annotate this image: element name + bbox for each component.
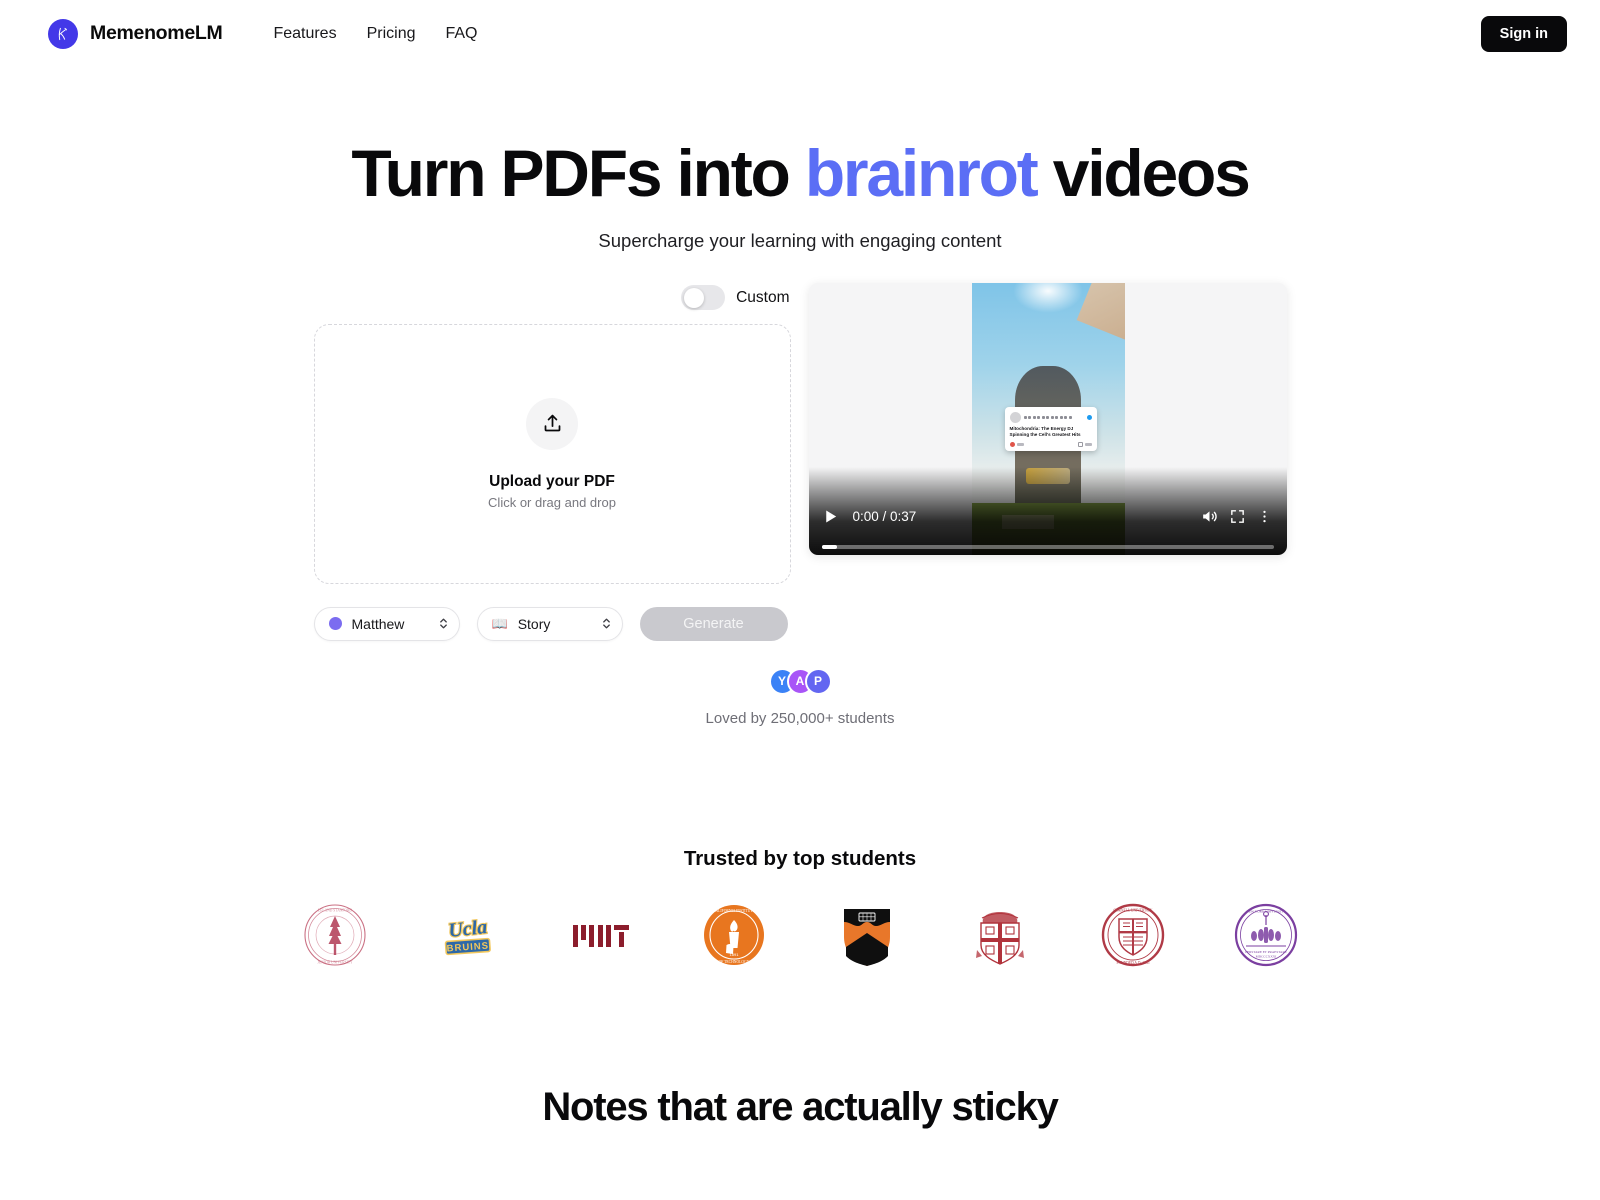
stepper-up-down-icon: [439, 617, 448, 630]
custom-toggle-row: Custom: [314, 283, 791, 313]
nav-link-faq[interactable]: FAQ: [430, 19, 492, 49]
tweet-author-handle: [1023, 415, 1084, 419]
progress-fill: [821, 544, 838, 549]
avatar-group: Y A P: [768, 667, 832, 695]
dropzone-title: Upload your PDF: [489, 472, 615, 490]
terrain-cliff: [1076, 282, 1125, 342]
svg-text:Ucla: Ucla: [447, 916, 488, 942]
svg-text:JUNIOR UNIVERSITY: JUNIOR UNIVERSITY: [317, 960, 353, 964]
tweet-header: [1009, 411, 1092, 423]
heart-icon: [1009, 441, 1015, 447]
sign-in-button[interactable]: Sign in: [1480, 15, 1567, 52]
fullscreen-icon[interactable]: [1229, 508, 1246, 525]
trusted-section: Trusted by top students LELAND STANFORD …: [0, 847, 1600, 970]
avatar: P: [804, 667, 832, 695]
dropzone-subtitle: Click or drag and drop: [488, 494, 616, 510]
video-time-display: 0:00 / 0:37: [852, 509, 917, 525]
nav-link-features[interactable]: Features: [258, 19, 351, 49]
svg-text:PERSTARE ET PRAESTARE: PERSTARE ET PRAESTARE: [1245, 950, 1287, 954]
generate-button[interactable]: Generate: [639, 606, 788, 641]
page-title: Turn PDFs into brainrot videos: [0, 136, 1600, 210]
toggle-knob: [683, 287, 704, 308]
svg-text:CORNELL UNIVERSITY: CORNELL UNIVERSITY: [1113, 908, 1152, 912]
hero-section: Turn PDFs into brainrot videos Superchar…: [0, 136, 1600, 252]
svg-text:CALIFORNIA INSTITUTE: CALIFORNIA INSTITUTE: [713, 909, 756, 913]
nyu-logo: NEW YORK UNIVERSITY PERSTARE ET PRAESTAR…: [1231, 900, 1301, 970]
tweet-overlay-card: Mitochondria: The Energy DJ Spinning the…: [1004, 406, 1097, 451]
sun-glow: [1013, 282, 1083, 313]
university-logo-row: LELAND STANFORD JUNIOR UNIVERSITY Ucla B…: [0, 900, 1600, 970]
svg-text:MDCCCXXXI: MDCCCXXXI: [1255, 955, 1277, 959]
brand-logo[interactable]: MemenomeLM: [48, 18, 223, 49]
svg-text:NEW YORK UNIVERSITY: NEW YORK UNIVERSITY: [1246, 910, 1286, 914]
play-icon[interactable]: [822, 508, 839, 525]
ucla-logo: Ucla BRUINS: [433, 900, 503, 970]
video-preview-player[interactable]: Mitochondria: The Energy DJ Spinning the…: [808, 282, 1287, 555]
style-select-value: Story: [517, 615, 551, 632]
style-select[interactable]: 📖 Story: [476, 606, 623, 641]
hero-title-part2: videos: [1052, 136, 1251, 210]
notes-section-heading: Notes that are actually sticky: [542, 1084, 1059, 1129]
social-proof-text: Loved by 250,000+ students: [705, 709, 895, 727]
upload-column: Custom Upload your PDF Click or drag and…: [313, 283, 791, 641]
like-count-placeholder: [1016, 443, 1024, 446]
tweet-like-action: [1009, 441, 1024, 447]
script-k-logo-icon: [48, 18, 78, 49]
social-proof: Y A P Loved by 250,000+ students: [0, 667, 1600, 727]
trusted-heading: Trusted by top students: [683, 846, 917, 870]
more-vertical-icon[interactable]: [1256, 508, 1273, 525]
hero-title-part1: Turn PDFs into: [351, 136, 790, 210]
custom-toggle[interactable]: [681, 285, 726, 311]
progress-track: [821, 544, 1274, 549]
volume-icon[interactable]: [1200, 507, 1219, 526]
notes-section: Notes that are actually sticky: [0, 1085, 1600, 1130]
caltech-logo: 1891 CALIFORNIA INSTITUTE OF TECHNOLOGY: [699, 900, 769, 970]
custom-toggle-label: Custom: [736, 288, 790, 306]
video-progress-bar[interactable]: [809, 539, 1287, 555]
retweet-icon: [1077, 441, 1083, 447]
pdf-dropzone[interactable]: Upload your PDF Click or drag and drop: [313, 323, 791, 584]
upload-icon: [526, 397, 578, 450]
hero-subtitle: Supercharge your learning with engaging …: [598, 229, 1002, 251]
svg-text:OF TECHNOLOGY: OF TECHNOLOGY: [718, 960, 749, 964]
stepper-up-down-icon: [602, 617, 611, 630]
stanford-logo: LELAND STANFORD JUNIOR UNIVERSITY: [300, 900, 370, 970]
nav-links: Features Pricing FAQ: [258, 19, 492, 49]
book-emoji-icon: 📖: [491, 616, 508, 632]
top-navbar: MemenomeLM Features Pricing FAQ Sign in: [0, 0, 1600, 67]
video-control-row: 0:00 / 0:37: [809, 495, 1287, 539]
video-control-bar: 0:00 / 0:37: [808, 466, 1287, 555]
workspace: Custom Upload your PDF Click or drag and…: [0, 282, 1600, 641]
voice-select-value: Matthew: [351, 615, 405, 632]
tweet-retweet-action: [1077, 441, 1092, 447]
brown-logo: [965, 900, 1035, 970]
tweet-text: Mitochondria: The Energy DJ Spinning the…: [1009, 425, 1081, 438]
svg-text:FOUNDED A.D. 1865: FOUNDED A.D. 1865: [1116, 961, 1149, 965]
svg-text:1891: 1891: [729, 952, 739, 957]
tweet-avatar: [1009, 411, 1021, 423]
tweet-footer: [1009, 441, 1092, 447]
mit-logo: [566, 900, 636, 970]
hero-title-accent: brainrot: [804, 136, 1039, 210]
verified-badge-icon: [1086, 414, 1092, 420]
voice-select[interactable]: Matthew: [313, 606, 460, 641]
princeton-logo: [832, 900, 902, 970]
svg-text:LELAND STANFORD: LELAND STANFORD: [318, 908, 352, 912]
retweet-count-placeholder: [1084, 443, 1092, 446]
voice-color-dot-icon: [328, 617, 342, 631]
nav-link-pricing[interactable]: Pricing: [352, 19, 431, 49]
generation-controls: Matthew 📖 Story Generate: [313, 606, 791, 641]
cornell-logo: CORNELL UNIVERSITY FOUNDED A.D. 1865: [1098, 900, 1168, 970]
brand-name: MemenomeLM: [90, 22, 223, 44]
tweet-author: [1023, 415, 1084, 419]
